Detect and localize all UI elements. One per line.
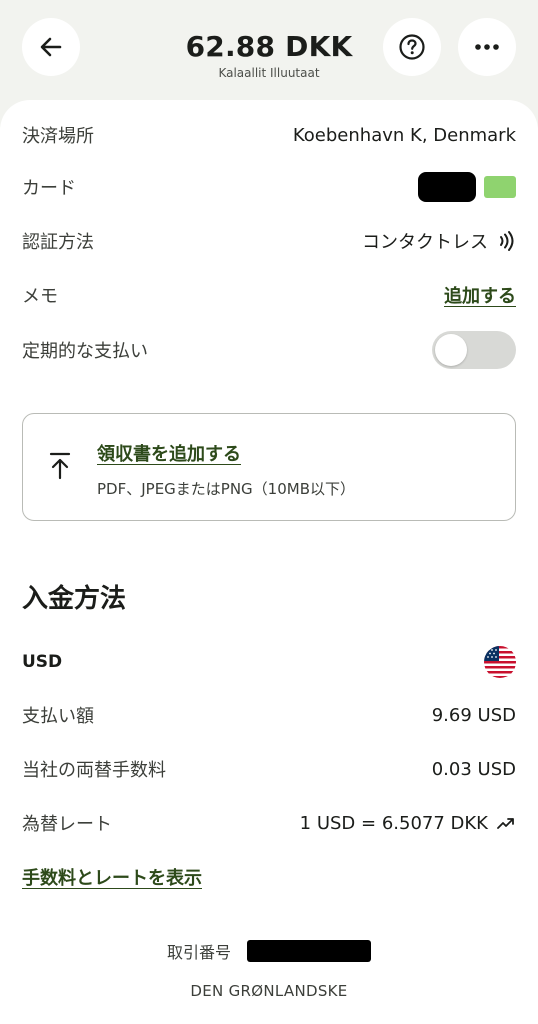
show-fees-row: 手数料とレートを表示 (22, 860, 516, 894)
add-receipt-title[interactable]: 領収書を追加する (97, 440, 241, 466)
card-value[interactable] (418, 172, 516, 202)
fee-label: 当社の両替手数料 (22, 760, 166, 781)
toggle-knob (435, 334, 467, 366)
rate-row: 為替レート 1 USD = 6.5077 DKK (22, 806, 516, 840)
card-row: カード (22, 170, 516, 204)
merchant-descriptor: DEN GRØNLANDSKE (190, 982, 348, 1000)
details-card: 決済場所 Koebenhavn K, Denmark カード 認証方法 コンタク… (0, 100, 538, 1024)
reference-label: 取引番号 (166, 943, 231, 962)
payment-method-title: 入金方法 (22, 584, 127, 614)
more-horizontal-icon (475, 44, 499, 50)
auth-value: コンタクトレス (362, 232, 488, 253)
merchant-name: Kalaallit Illuutaat (218, 66, 320, 80)
rate-value-wrap[interactable]: 1 USD = 6.5077 DKK (300, 813, 516, 834)
memo-row: メモ 追加する (22, 278, 516, 312)
add-receipt-box[interactable]: 領収書を追加する PDF、JPEGまたはPNG（10MB以下） (22, 413, 516, 521)
location-value: Koebenhavn K, Denmark (292, 124, 516, 146)
back-button[interactable] (22, 18, 80, 76)
currency-row: USD (22, 645, 516, 679)
question-circle-icon (399, 34, 425, 60)
card-thumbnail (484, 176, 516, 198)
us-flag-icon (484, 646, 516, 678)
more-button[interactable] (458, 18, 516, 76)
paid-amount-label: 支払い額 (22, 706, 94, 727)
add-receipt-subtitle: PDF、JPEGまたはPNG（10MB以下） (97, 480, 356, 498)
fee-value: 0.03 USD (431, 758, 516, 780)
memo-label: メモ (22, 286, 58, 307)
auth-label: 認証方法 (22, 232, 94, 253)
recurring-toggle[interactable] (432, 331, 516, 369)
rate-label: 為替レート (22, 814, 112, 835)
transaction-amount: 62.88 DKK (185, 30, 353, 63)
recurring-label: 定期的な支払い (22, 341, 148, 362)
paid-amount-value: 9.69 USD (431, 704, 516, 726)
contactless-icon (500, 231, 514, 251)
add-memo-link[interactable]: 追加する (444, 282, 516, 308)
title-block: 62.88 DKK Kalaallit Illuutaat (120, 30, 418, 80)
trending-up-icon (497, 818, 514, 829)
currency-label: USD (22, 652, 63, 672)
help-button[interactable] (383, 18, 441, 76)
transaction-reference: 取引番号 (0, 939, 538, 963)
location-label: 決済場所 (22, 126, 94, 147)
auth-row: 認証方法 コンタクトレス (22, 224, 516, 258)
location-row: 決済場所 Koebenhavn K, Denmark (22, 118, 516, 152)
paid-amount-row: 支払い額 9.69 USD (22, 698, 516, 732)
rate-value: 1 USD = 6.5077 DKK (299, 812, 488, 834)
reference-redacted (247, 940, 371, 962)
card-label: カード (22, 178, 76, 199)
show-fees-link[interactable]: 手数料とレートを表示 (22, 864, 202, 890)
fee-row: 当社の両替手数料 0.03 USD (22, 752, 516, 786)
auth-value-wrap: コンタクトレス (362, 228, 516, 254)
recurring-row: 定期的な支払い (22, 331, 516, 369)
arrow-left-icon (40, 37, 62, 57)
card-redacted (418, 172, 476, 202)
upload-icon (49, 452, 71, 480)
